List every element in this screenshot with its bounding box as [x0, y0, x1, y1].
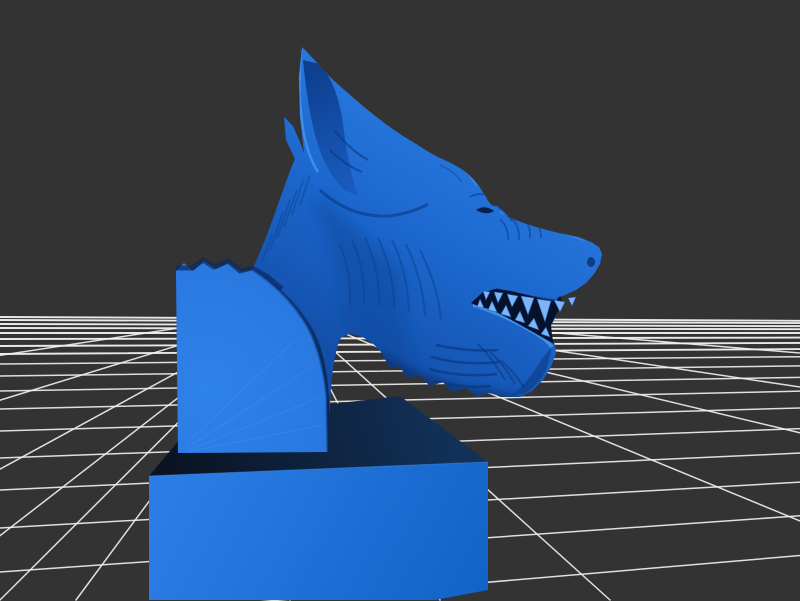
- 3d-viewport[interactable]: [0, 0, 800, 601]
- base-block-front-face: [149, 462, 488, 600]
- nostril: [587, 257, 595, 267]
